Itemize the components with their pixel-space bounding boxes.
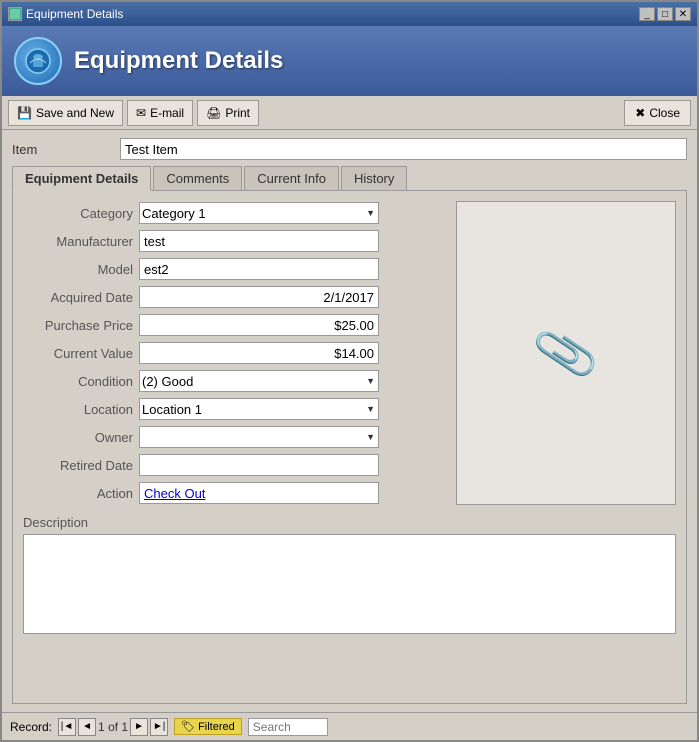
retired-date-label: Retired Date [23, 458, 133, 473]
location-label: Location [23, 402, 133, 417]
current-value-input[interactable] [139, 342, 379, 364]
category-select[interactable]: Category 1 Category 2 [139, 202, 379, 224]
retired-date-input[interactable] [139, 454, 379, 476]
email-button[interactable]: ✉ E-mail [127, 100, 193, 126]
category-row: Category Category 1 Category 2 [23, 201, 446, 225]
checkout-link[interactable]: Check Out [144, 486, 205, 501]
first-record-button[interactable]: |◄ [58, 718, 76, 736]
category-select-wrapper: Category 1 Category 2 [139, 202, 379, 224]
condition-label: Condition [23, 374, 133, 389]
owner-label: Owner [23, 430, 133, 445]
action-row: Action Check Out [23, 481, 446, 505]
main-window: Equipment Details _ □ ✕ Equipment Detail… [0, 0, 699, 742]
condition-select-wrapper: (1) Excellent (2) Good (3) Fair (4) Poor [139, 370, 379, 392]
current-value-row: Current Value [23, 341, 446, 365]
search-input[interactable] [248, 718, 328, 736]
close-button[interactable]: ✖ Close [624, 100, 691, 126]
last-record-button[interactable]: ►| [150, 718, 168, 736]
close-icon: ✖ [635, 106, 645, 120]
acquired-date-input[interactable] [139, 286, 379, 308]
manufacturer-label: Manufacturer [23, 234, 133, 249]
content-area: Item Equipment Details Comments Current … [2, 130, 697, 712]
manufacturer-row: Manufacturer [23, 229, 446, 253]
item-row: Item [12, 138, 687, 160]
manufacturer-input[interactable] [139, 230, 379, 252]
retired-date-row: Retired Date [23, 453, 446, 477]
description-textarea[interactable] [23, 534, 676, 634]
model-input[interactable] [139, 258, 379, 280]
model-label: Model [23, 262, 133, 277]
acquired-date-row: Acquired Date [23, 285, 446, 309]
location-select[interactable]: Location 1 Location 2 [139, 398, 379, 420]
condition-select[interactable]: (1) Excellent (2) Good (3) Fair (4) Poor [139, 370, 379, 392]
purchase-price-label: Purchase Price [23, 318, 133, 333]
next-record-button[interactable]: ► [130, 718, 148, 736]
filter-badge[interactable]: 🏷 Filtered [174, 718, 242, 735]
tab-current-info[interactable]: Current Info [244, 166, 339, 190]
image-box: 📎 [456, 201, 676, 505]
tab-comments[interactable]: Comments [153, 166, 242, 190]
record-label: Record: [10, 720, 52, 734]
action-label: Action [23, 486, 133, 501]
filter-label: Filtered [198, 721, 235, 733]
header-title: Equipment Details [74, 47, 283, 75]
tabs-container: Equipment Details Comments Current Info … [12, 166, 687, 704]
form-fields: Category Category 1 Category 2 Manufactu… [23, 201, 446, 505]
action-cell: Check Out [139, 482, 379, 504]
tab-content-equipment-details: Category Category 1 Category 2 Manufactu… [12, 191, 687, 704]
owner-row: Owner [23, 425, 446, 449]
paperclip-icon: 📎 [530, 318, 602, 389]
item-input[interactable] [120, 138, 687, 160]
close-window-button[interactable]: ✕ [675, 7, 691, 21]
condition-row: Condition (1) Excellent (2) Good (3) Fai… [23, 369, 446, 393]
item-label: Item [12, 142, 112, 157]
window-controls: _ □ ✕ [639, 7, 691, 21]
save-icon: 💾 [17, 106, 32, 120]
minimize-button[interactable]: _ [639, 7, 655, 21]
form-and-image: Category Category 1 Category 2 Manufactu… [23, 201, 676, 505]
owner-select[interactable] [139, 426, 379, 448]
tabs-bar: Equipment Details Comments Current Info … [12, 166, 687, 191]
toolbar: 💾 Save and New ✉ E-mail 🖨 Print ✖ Close [2, 96, 697, 130]
tab-history[interactable]: History [341, 166, 407, 190]
window-icon [8, 7, 22, 21]
filter-icon: 🏷 [181, 720, 195, 733]
purchase-price-input[interactable] [139, 314, 379, 336]
current-value-label: Current Value [23, 346, 133, 361]
status-bar: Record: |◄ ◄ 1 of 1 ► ►| 🏷 Filtered [2, 712, 697, 740]
print-icon: 🖨 [206, 106, 221, 120]
location-row: Location Location 1 Location 2 [23, 397, 446, 421]
model-row: Model [23, 257, 446, 281]
category-label: Category [23, 206, 133, 221]
email-icon: ✉ [136, 106, 146, 120]
window-title: Equipment Details [26, 7, 123, 21]
tab-equipment-details[interactable]: Equipment Details [12, 166, 151, 191]
save-and-new-button[interactable]: 💾 Save and New [8, 100, 123, 126]
location-select-wrapper: Location 1 Location 2 [139, 398, 379, 420]
header-area: Equipment Details [2, 26, 697, 96]
print-button[interactable]: 🖨 Print [197, 100, 259, 126]
app-icon [14, 37, 62, 85]
description-section: Description [23, 515, 676, 634]
prev-record-button[interactable]: ◄ [78, 718, 96, 736]
record-info: 1 of 1 [98, 720, 128, 734]
title-bar: Equipment Details _ □ ✕ [2, 2, 697, 26]
description-label: Description [23, 515, 676, 530]
record-navigation: |◄ ◄ 1 of 1 ► ►| [58, 718, 168, 736]
purchase-price-row: Purchase Price [23, 313, 446, 337]
maximize-button[interactable]: □ [657, 7, 673, 21]
acquired-date-label: Acquired Date [23, 290, 133, 305]
owner-select-wrapper [139, 426, 379, 448]
